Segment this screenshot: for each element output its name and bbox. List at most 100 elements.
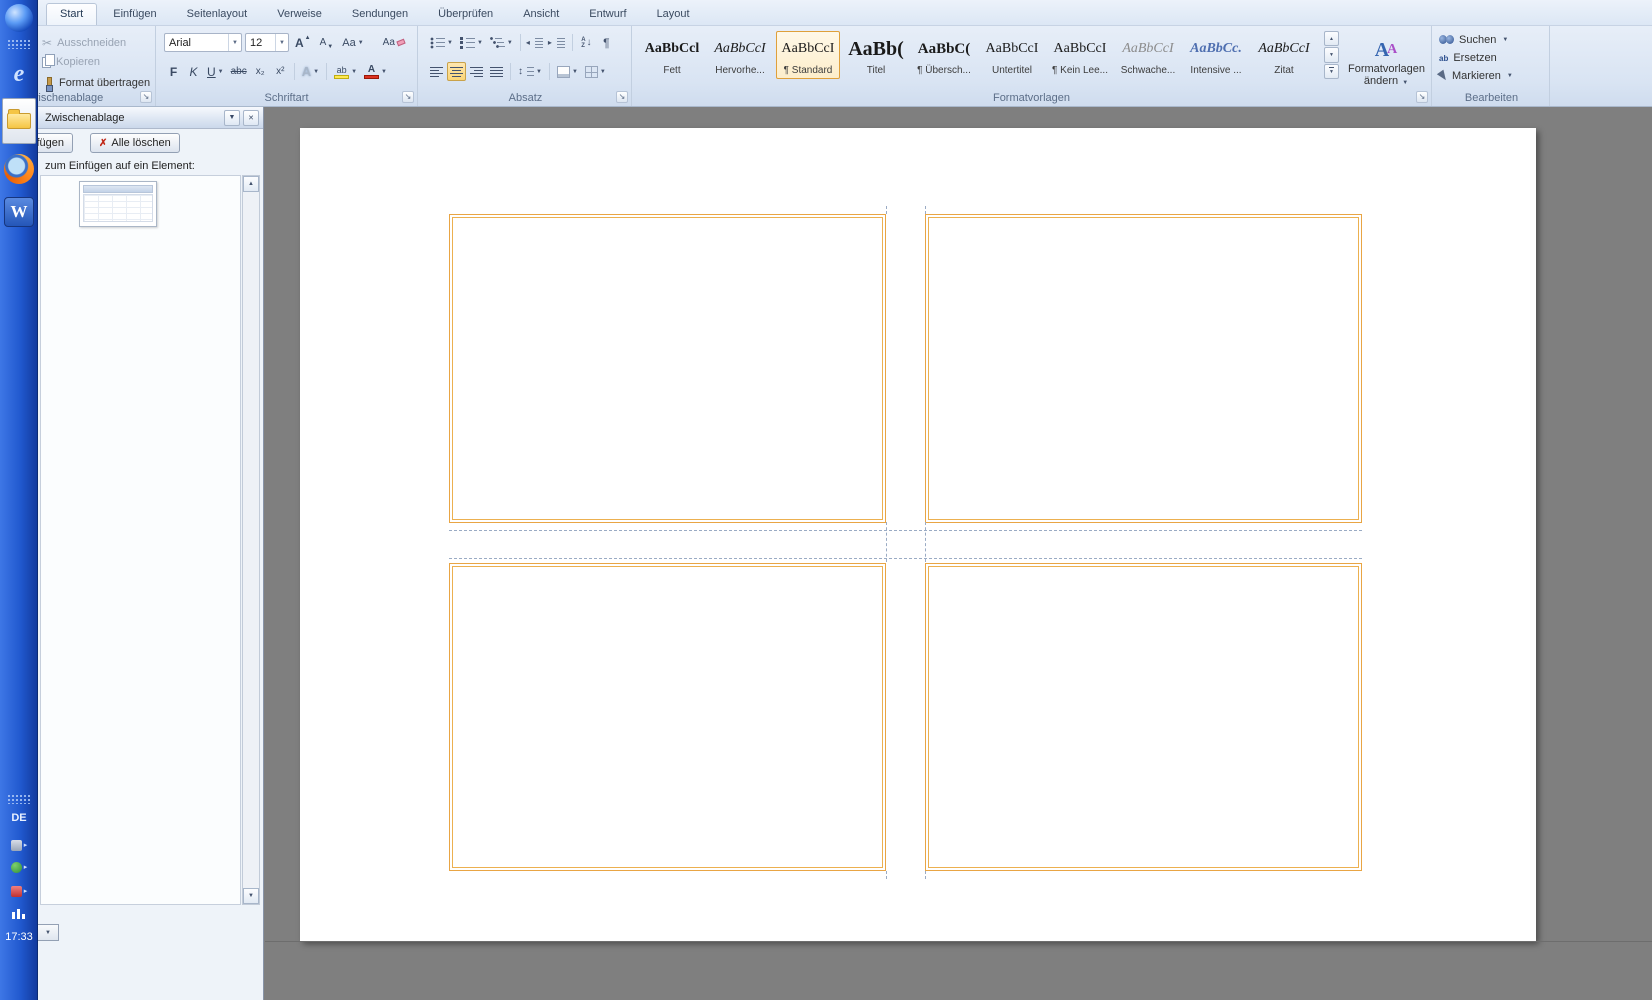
borders-button[interactable]: ▼: [582, 62, 609, 81]
show-formatting-marks-button[interactable]: ¶: [597, 33, 616, 52]
underline-button[interactable]: U▼: [204, 62, 227, 81]
gallery-scroll-up-button[interactable]: ▲: [1324, 31, 1339, 46]
cut-button[interactable]: ✂ Ausschneiden: [42, 34, 126, 52]
firefox-icon[interactable]: [0, 152, 38, 186]
ribbon: ✂ Ausschneiden Kopieren Format übertrage…: [0, 26, 1652, 107]
gallery-expand-button[interactable]: ▼: [1324, 64, 1339, 79]
justify-button[interactable]: [487, 62, 506, 81]
strikethrough-button[interactable]: abc: [228, 62, 250, 81]
bold-button[interactable]: F: [164, 62, 183, 81]
taskbar-grip[interactable]: [0, 793, 38, 805]
tab-verweise[interactable]: Verweise: [263, 3, 336, 25]
replace-button[interactable]: ab Ersetzen: [1439, 50, 1497, 66]
tab-sendungen[interactable]: Sendungen: [338, 3, 422, 25]
label-cell-top-right[interactable]: [925, 214, 1362, 523]
tab-ueberpruefen[interactable]: Überprüfen: [424, 3, 507, 25]
increase-indent-button[interactable]: ▸: [547, 33, 568, 52]
style-item-standard[interactable]: AaBbCcI¶ Standard: [776, 31, 840, 79]
style-item-titel[interactable]: AaBb(Titel: [844, 31, 908, 79]
label-cell-top-left[interactable]: [449, 214, 886, 523]
style-item-fett[interactable]: AaBbCclFett: [640, 31, 704, 79]
chevron-down-icon[interactable]: ▼: [600, 69, 606, 75]
gallery-scroll-down-button[interactable]: ▼: [1324, 47, 1339, 62]
multilevel-list-button[interactable]: ▼: [487, 33, 516, 52]
style-item-ueberschrift[interactable]: AaBbC(¶ Übersch...: [912, 31, 976, 79]
superscript-button[interactable]: x²: [271, 62, 290, 81]
internet-explorer-icon[interactable]: e: [0, 58, 38, 90]
pane-menu-button[interactable]: ▼: [224, 110, 240, 126]
document-page[interactable]: [300, 128, 1536, 941]
numbering-button[interactable]: ▼: [457, 33, 486, 52]
tab-entwurf[interactable]: Entwurf: [575, 3, 640, 25]
clear-formatting-button[interactable]: Aa: [380, 33, 408, 52]
tray-icon-1[interactable]: ▸: [0, 838, 38, 852]
change-case-button[interactable]: Aa▼: [339, 33, 366, 52]
chevron-down-icon[interactable]: ▼: [381, 69, 387, 75]
align-center-button[interactable]: [447, 62, 466, 81]
pane-close-button[interactable]: ✕: [243, 110, 259, 126]
chevron-down-icon[interactable]: ▼: [275, 34, 288, 51]
tab-start[interactable]: Start: [46, 3, 97, 25]
tab-ansicht[interactable]: Ansicht: [509, 3, 573, 25]
clipboard-item-thumbnail[interactable]: [79, 181, 157, 227]
copy-button[interactable]: Kopieren: [42, 53, 100, 71]
grow-font-button[interactable]: A▲: [292, 33, 314, 52]
style-item-hervorhebung[interactable]: AaBbCcIHervorhe...: [708, 31, 772, 79]
activity-chart-icon[interactable]: [0, 906, 38, 920]
select-button[interactable]: Markieren ▼: [1439, 68, 1513, 84]
explorer-folder-button[interactable]: [0, 96, 38, 146]
chevron-down-icon[interactable]: ▼: [507, 40, 513, 46]
style-item-kein-leerraum[interactable]: AaBbCcI¶ Kein Lee...: [1048, 31, 1112, 79]
chevron-down-icon[interactable]: ▼: [536, 69, 542, 75]
dialog-launcher-font[interactable]: ↘: [402, 91, 414, 103]
label-cell-bottom-left[interactable]: [449, 563, 886, 871]
tab-seitenlayout[interactable]: Seitenlayout: [173, 3, 262, 25]
chevron-down-icon[interactable]: ▼: [228, 34, 241, 51]
clear-all-button[interactable]: ✗Alle löschen: [90, 133, 180, 153]
sort-button[interactable]: AZ↓: [577, 33, 596, 52]
format-painter-button[interactable]: Format übertragen: [42, 74, 150, 92]
font-color-button[interactable]: A ▼: [361, 62, 390, 81]
decrease-indent-button[interactable]: ◂: [525, 33, 546, 52]
text-effects-button[interactable]: A▼: [299, 62, 322, 81]
chevron-down-icon[interactable]: ▼: [572, 69, 578, 75]
taskbar-grip[interactable]: [0, 38, 38, 50]
font-size-combo[interactable]: 12 ▼: [245, 33, 289, 52]
chevron-down-icon[interactable]: ▼: [477, 40, 483, 46]
tray-icon-2[interactable]: ▸: [0, 860, 38, 874]
font-family-combo[interactable]: Arial ▼: [164, 33, 242, 52]
dialog-launcher-styles[interactable]: ↘: [1416, 91, 1428, 103]
align-left-button[interactable]: [427, 62, 446, 81]
highlight-color-button[interactable]: ab ▼: [331, 62, 360, 81]
word-app-icon[interactable]: W: [0, 194, 38, 230]
tab-layout[interactable]: Layout: [643, 3, 704, 25]
style-item-zitat[interactable]: AaBbCcIZitat: [1252, 31, 1316, 79]
dialog-launcher-clipboard[interactable]: ↘: [140, 91, 152, 103]
shading-button[interactable]: ▼: [554, 62, 581, 81]
style-item-schwache-hervorhebung[interactable]: AaBbCcISchwache...: [1116, 31, 1180, 79]
launcher-orb-icon[interactable]: [0, 2, 38, 34]
italic-button[interactable]: K: [184, 62, 203, 81]
style-item-untertitel[interactable]: AaBbCcIUntertitel: [980, 31, 1044, 79]
change-styles-button[interactable]: AA Formatvorlagen ändern ▼: [1344, 30, 1428, 98]
clipboard-pane: Zwischenablage ▼ ✕ Alle einfügen ✗Alle l…: [36, 107, 264, 1000]
shrink-font-button[interactable]: A▼: [317, 33, 337, 52]
language-indicator[interactable]: DE: [0, 810, 38, 826]
label-cell-bottom-right[interactable]: [925, 563, 1362, 871]
bullets-button[interactable]: ▼: [427, 33, 456, 52]
style-item-intensive-hervorhebung[interactable]: AaBbCc.Intensive ...: [1184, 31, 1248, 79]
chevron-down-icon[interactable]: ▼: [218, 69, 224, 75]
tray-icon-3[interactable]: ▸: [0, 884, 38, 898]
subscript-button[interactable]: x₂: [251, 62, 270, 81]
align-right-button[interactable]: [467, 62, 486, 81]
pane-scroll-down-button[interactable]: ▼: [243, 888, 259, 904]
pane-scroll-up-button[interactable]: ▲: [243, 176, 259, 192]
tab-einfuegen[interactable]: Einfügen: [99, 3, 170, 25]
pane-scrollbar[interactable]: ▲ ▼: [242, 175, 260, 905]
dialog-launcher-paragraph[interactable]: ↘: [616, 91, 628, 103]
chevron-down-icon[interactable]: ▼: [351, 69, 357, 75]
line-spacing-button[interactable]: ↕▼: [515, 62, 545, 81]
find-button[interactable]: Suchen ▼: [1439, 32, 1508, 48]
chevron-down-icon[interactable]: ▼: [447, 40, 453, 46]
pane-bottom-dropdown[interactable]: ▼: [37, 924, 59, 941]
